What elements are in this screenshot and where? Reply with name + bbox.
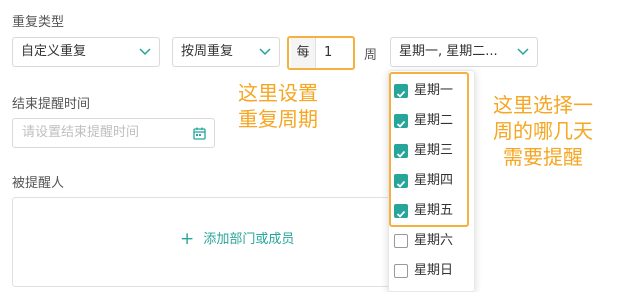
weekday-option-label: 星期日 bbox=[414, 263, 454, 278]
repeat-unit-value: 按周重复 bbox=[181, 44, 234, 59]
calendar-icon bbox=[193, 127, 206, 140]
weekday-highlight bbox=[389, 72, 469, 227]
checkbox-icon[interactable] bbox=[394, 234, 408, 248]
custom-repeat-select[interactable]: 自定义重复 bbox=[12, 37, 160, 67]
repeat-type-label: 重复类型 bbox=[12, 15, 65, 30]
end-time-placeholder: 请设置结束提醒时间 bbox=[22, 125, 140, 140]
weekday-annotation-line3: 需要提醒 bbox=[503, 145, 583, 169]
weekday-annotation-line1: 这里选择一 bbox=[493, 93, 593, 117]
weekday-option-label: 星期六 bbox=[414, 233, 454, 248]
end-time-label: 结束提醒时间 bbox=[12, 97, 91, 112]
checkbox-icon[interactable] bbox=[394, 264, 408, 278]
interval-annotation-line2: 重复周期 bbox=[238, 107, 318, 131]
add-member-label: 添加部门或成员 bbox=[203, 232, 295, 247]
every-prefix: 每 bbox=[291, 38, 316, 68]
weekday-select-value: 星期一, 星期二... bbox=[399, 44, 498, 59]
weekday-annotation-line2: 周的哪几天 bbox=[493, 119, 593, 143]
chevron-down-icon bbox=[139, 48, 151, 56]
week-suffix: 周 bbox=[364, 48, 378, 63]
weekday-option[interactable]: 星期日 bbox=[389, 256, 469, 290]
end-time-input[interactable]: 请设置结束提醒时间 bbox=[12, 118, 215, 148]
add-member-button[interactable]: + 添加部门或成员 bbox=[180, 228, 295, 249]
chevron-down-icon bbox=[517, 48, 529, 56]
interval-input[interactable]: 1 bbox=[316, 38, 352, 68]
weekday-option[interactable]: 星期六 bbox=[389, 226, 469, 256]
weekday-select[interactable]: 星期一, 星期二... bbox=[390, 37, 538, 67]
reminded-label: 被提醒人 bbox=[12, 176, 65, 191]
custom-repeat-value: 自定义重复 bbox=[21, 44, 87, 59]
plus-icon: + bbox=[180, 229, 195, 249]
interval-annotation-line1: 这里设置 bbox=[238, 81, 318, 105]
repeat-unit-select[interactable]: 按周重复 bbox=[172, 37, 280, 67]
chevron-down-icon bbox=[259, 48, 271, 56]
